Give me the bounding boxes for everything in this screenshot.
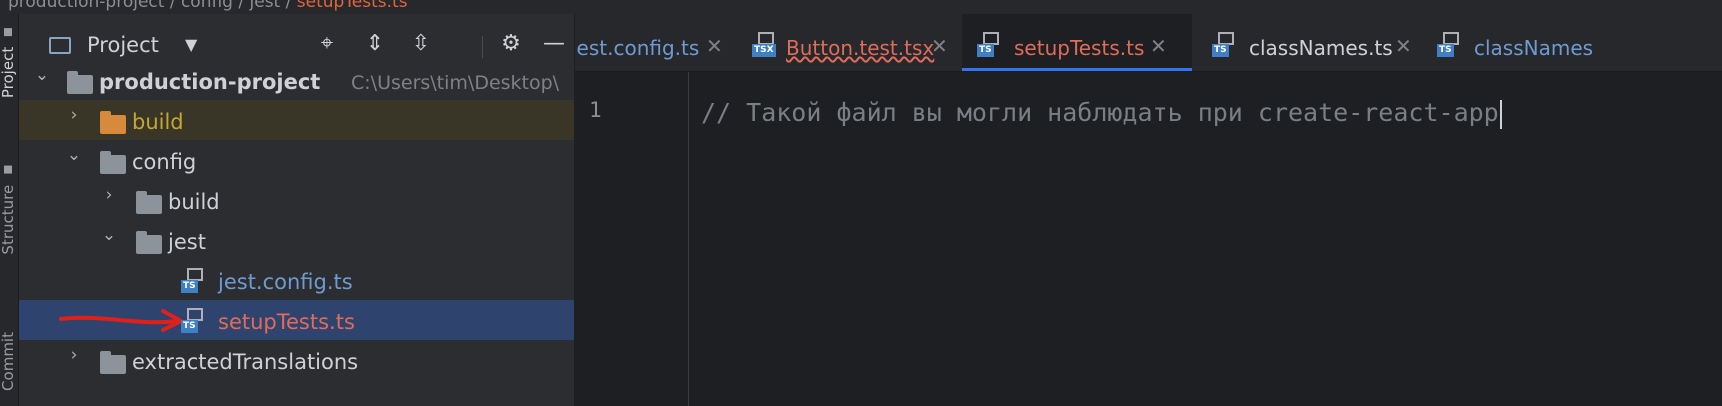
close-icon[interactable]: ✕ [931, 34, 948, 58]
project-view-icon [49, 37, 71, 54]
folder-icon [100, 111, 126, 134]
project-panel-header: Project ▼ ⌖ ⇕ ⇳ ⚙ — [19, 14, 574, 60]
tab-classnames-test[interactable]: TS classNames [1417, 14, 1722, 71]
folder-icon [4, 28, 12, 36]
tab-classnames[interactable]: TS classNames.ts ✕ [1192, 14, 1417, 71]
close-icon[interactable]: ✕ [1150, 34, 1167, 58]
tab-label: Button.test.tsx [786, 36, 935, 60]
typescript-file-icon: TS [1437, 32, 1463, 58]
tree-row-extracted[interactable]: › extractedTranslations [19, 340, 574, 380]
breadcrumb-path: production-project / config / jest / [8, 0, 292, 12]
navigation-bar: production-project / config / jest / set… [0, 0, 1722, 14]
close-icon[interactable]: ✕ [1395, 34, 1412, 58]
chevron-down-icon[interactable]: ⌄ [32, 65, 52, 85]
editor-area: TS jest.config.ts ✕ TSX Button.test.tsx … [575, 14, 1722, 406]
toolbar-divider [482, 36, 483, 58]
tab-button-test[interactable]: TSX Button.test.tsx ✕ [747, 14, 962, 71]
tree-label-config-build: build [168, 190, 220, 214]
tree-row-root[interactable]: ⌄ production-project C:\Users\tim\Deskto… [19, 60, 574, 100]
gear-icon[interactable]: ⚙ [497, 30, 525, 58]
folder-icon [67, 71, 93, 94]
breadcrumb[interactable]: production-project / config / jest / set… [8, 0, 408, 12]
collapse-all-icon[interactable]: ⇳ [407, 30, 435, 58]
line-number: 1 [589, 98, 602, 122]
tree-row-jest-config[interactable]: TS jest.config.ts [19, 260, 574, 300]
tree-row-setup-tests[interactable]: TS setupTests.ts [19, 300, 574, 340]
chevron-right-icon[interactable]: › [99, 185, 119, 205]
tool-tab-structure-label: Structure [0, 184, 17, 255]
close-icon[interactable]: ✕ [706, 34, 723, 58]
chevron-right-icon[interactable]: › [64, 105, 84, 125]
typescript-file-icon: TS [181, 268, 207, 294]
code-line[interactable]: // Такой файл вы могли наблюдать при cre… [701, 98, 1502, 129]
typescript-file-icon: TS [1212, 32, 1238, 58]
folder-icon [136, 191, 162, 214]
folder-icon [100, 151, 126, 174]
editor-tabs: TS jest.config.ts ✕ TSX Button.test.tsx … [575, 14, 1722, 72]
tab-setup-tests[interactable]: TS setupTests.ts ✕ [962, 14, 1192, 71]
tool-tab-commit[interactable]: Commit [0, 332, 17, 391]
tree-row-build[interactable]: › build [19, 100, 574, 140]
tree-root-path: C:\Users\tim\Desktop\ [351, 72, 560, 94]
expand-all-icon[interactable]: ⇕ [361, 30, 389, 58]
tab-label: jest.config.ts [575, 36, 700, 60]
tool-tab-project-label: Project [0, 46, 17, 99]
tool-tab-project[interactable]: Project [0, 28, 17, 98]
tree-row-jest[interactable]: ⌄ jest [19, 220, 574, 260]
tree-label-build: build [132, 110, 184, 134]
tree-label-jest-config: jest.config.ts [218, 270, 353, 294]
tab-label: classNames.ts [1249, 36, 1393, 60]
text-caret [1499, 99, 1502, 129]
typescript-file-icon: TS [181, 308, 207, 334]
line-gutter: 1 [575, 72, 689, 406]
tree-row-config-build[interactable]: › build [19, 180, 574, 220]
tab-label: classNames [1474, 36, 1594, 60]
tool-tab-commit-label: Commit [0, 332, 17, 391]
project-view-selector[interactable]: Project [87, 33, 159, 57]
chevron-down-icon[interactable]: ⌄ [99, 225, 119, 245]
structure-icon [4, 166, 12, 174]
tool-window-strip: Project Structure Commit [0, 14, 19, 406]
tool-tab-structure[interactable]: Structure [0, 166, 17, 255]
tree-label-extracted: extractedTranslations [132, 350, 359, 374]
annotation-arrow-icon [59, 309, 183, 332]
tree-label-setup-tests: setupTests.ts [218, 310, 355, 334]
code-comment: // Такой файл вы могли наблюдать при cre… [701, 98, 1499, 127]
folder-icon [136, 231, 162, 254]
typescript-react-file-icon: TSX [752, 32, 778, 58]
folder-icon [100, 351, 126, 374]
locate-icon[interactable]: ⌖ [313, 30, 341, 58]
tree-label-root: production-project [99, 70, 321, 94]
typescript-file-icon: TS [977, 32, 1003, 58]
chevron-down-icon[interactable]: ⌄ [64, 145, 84, 165]
tree-label-config: config [132, 150, 197, 174]
breadcrumb-file: setupTests.ts [296, 0, 408, 12]
chevron-right-icon[interactable]: › [64, 345, 84, 365]
chevron-down-icon[interactable]: ▼ [185, 35, 197, 54]
tree-row-config[interactable]: ⌄ config [19, 140, 574, 180]
project-panel: Project ▼ ⌖ ⇕ ⇳ ⚙ — ⌄ production-project… [19, 14, 574, 406]
tree-label-jest: jest [168, 230, 206, 254]
tab-label: setupTests.ts [1014, 36, 1145, 60]
hide-icon[interactable]: — [540, 30, 568, 58]
